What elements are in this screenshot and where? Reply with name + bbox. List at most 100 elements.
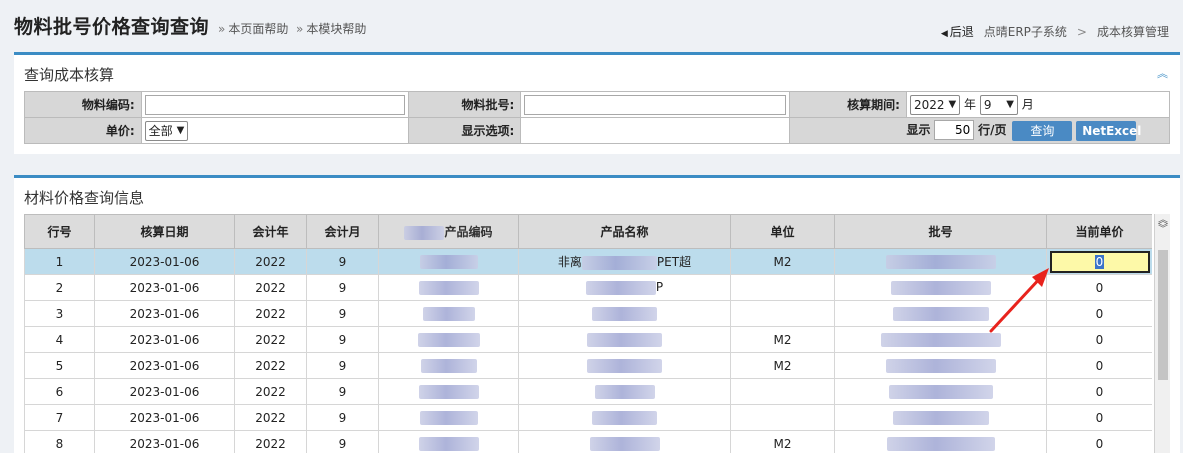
cell-batch-no <box>834 404 1047 431</box>
help-page-link[interactable]: » 本页面帮助 <box>218 20 288 37</box>
back-link[interactable]: ◀ 后退 <box>941 23 974 40</box>
table-row[interactable]: 1 2023-01-06 2022 9 非离 PET超 M2 0 <box>24 248 1152 275</box>
query-panel: 查询成本核算 ︽ 物料编码: 物料批号: 核算期间: 2022 ▼ 年 9 ▼ 月 … <box>14 52 1180 154</box>
col-header-year[interactable]: 会计年 <box>234 214 307 249</box>
cell-current-price[interactable]: 0 <box>1046 404 1152 431</box>
cell-unit: M2 <box>730 352 835 379</box>
cell-month: 9 <box>306 300 379 327</box>
redacted-block <box>417 332 480 347</box>
display-option-label: 显示选项: <box>407 117 522 144</box>
price-edit-value: 0 <box>1094 254 1105 269</box>
annotation-arrow-icon <box>989 268 1049 333</box>
table-row[interactable]: 8 2023-01-06 2022 9 M2 0 <box>24 430 1152 453</box>
redacted-block <box>880 332 1001 347</box>
cell-current-price[interactable]: 0 <box>1046 430 1152 453</box>
table-row[interactable]: 2 2023-01-06 2022 9 P 0 <box>24 274 1152 301</box>
col-header-product-code[interactable]: 产品编码 <box>378 214 519 249</box>
cell-row-no: 2 <box>24 274 95 301</box>
cell-unit <box>730 404 835 431</box>
price-select[interactable]: 全部 ▼ <box>144 120 189 141</box>
cell-year: 2022 <box>234 378 307 405</box>
year-select[interactable]: 2022 ▼ <box>909 94 961 115</box>
back-arrow-icon: ◀ <box>940 29 948 39</box>
redacted-block <box>419 254 478 269</box>
redacted-block <box>420 358 477 373</box>
help-module-link[interactable]: » 本模块帮助 <box>296 20 366 37</box>
query-panel-title: 查询成本核算 <box>24 66 115 84</box>
table-row[interactable]: 3 2023-01-06 2022 9 0 <box>24 300 1152 327</box>
display-option-cell <box>520 117 791 144</box>
month-select[interactable]: 9 ▼ <box>979 94 1018 115</box>
cell-year: 2022 <box>234 300 307 327</box>
rows-unit: 行/页 <box>978 123 1007 138</box>
col-header-row-no[interactable]: 行号 <box>24 214 95 249</box>
cell-current-price[interactable]: 0 <box>1046 274 1152 301</box>
material-code-label: 物料编码: <box>24 91 142 118</box>
cell-date: 2023-01-06 <box>94 300 235 327</box>
double-chevron-icon: » <box>218 22 226 36</box>
cell-row-no: 4 <box>24 326 95 353</box>
cell-current-price[interactable]: 0 <box>1046 378 1152 405</box>
redacted-block <box>592 306 657 321</box>
col-header-unit[interactable]: 单位 <box>730 214 835 249</box>
cell-unit: M2 <box>730 430 835 453</box>
cell-date: 2023-01-06 <box>94 274 235 301</box>
chevron-down-icon: ▼ <box>948 99 957 110</box>
cell-product-code <box>378 404 519 431</box>
cell-product-code <box>378 326 519 353</box>
cell-current-price[interactable]: 0 <box>1046 248 1152 275</box>
redacted-block <box>589 436 660 451</box>
cell-current-price[interactable]: 0 <box>1046 300 1152 327</box>
breadcrumb: ◀ 后退 点晴ERP子系统 > 成本核算管理 <box>941 23 1169 40</box>
cell-date: 2023-01-06 <box>94 378 235 405</box>
scroll-up-icon[interactable]: ︽ ︾ <box>1158 216 1168 235</box>
table-row[interactable]: 4 2023-01-06 2022 9 M2 0 <box>24 326 1152 353</box>
month-unit: 月 <box>1021 97 1034 111</box>
cell-row-no: 5 <box>24 352 95 379</box>
redacted-block <box>581 255 657 270</box>
table-row[interactable]: 5 2023-01-06 2022 9 M2 0 <box>24 352 1152 379</box>
breadcrumb-system[interactable]: 点晴ERP子系统 <box>984 23 1067 40</box>
cell-date: 2023-01-06 <box>94 352 235 379</box>
price-edit-field[interactable]: 0 <box>1049 250 1150 273</box>
batch-no-input[interactable] <box>524 94 787 115</box>
top-bar: 物料批号价格查询查询 » 本页面帮助 » 本模块帮助 ◀ 后退 点晴ERP子系统 > … <box>0 0 1183 50</box>
cell-current-price[interactable]: 0 <box>1046 352 1152 379</box>
cell-month: 9 <box>306 378 379 405</box>
col-header-batch-no[interactable]: 批号 <box>834 214 1047 249</box>
scrollbar-thumb[interactable] <box>1158 250 1168 380</box>
redacted-block <box>422 306 475 321</box>
cell-date: 2023-01-06 <box>94 248 235 275</box>
cell-row-no: 7 <box>24 404 95 431</box>
redacted-block <box>587 358 662 373</box>
price-label: 单价: <box>24 117 142 144</box>
cell-current-price[interactable]: 0 <box>1046 326 1152 353</box>
cell-month: 9 <box>306 404 379 431</box>
product-name-visible-fragment: P <box>655 280 664 295</box>
result-grid-wrapper: 行号 核算日期 会计年 会计月 产品编码 产品名称 单位 批号 当前单价 1 20… <box>24 214 1152 453</box>
query-button[interactable]: 查询 <box>1012 120 1073 141</box>
rows-per-page-input[interactable] <box>934 120 975 141</box>
cell-unit <box>730 274 835 301</box>
cell-product-code <box>378 352 519 379</box>
cell-batch-no <box>834 430 1047 453</box>
col-header-current-price[interactable]: 当前单价 <box>1046 214 1152 249</box>
table-row[interactable]: 6 2023-01-06 2022 9 0 <box>24 378 1152 405</box>
breadcrumb-module[interactable]: 成本核算管理 <box>1097 23 1169 40</box>
netexcel-button[interactable]: NetExcel <box>1076 120 1141 141</box>
cell-month: 9 <box>306 352 379 379</box>
result-panel-title: 材料价格查询信息 <box>24 189 145 207</box>
redacted-block <box>419 410 478 425</box>
page-title: 物料批号价格查询查询 <box>14 16 210 38</box>
material-code-input[interactable] <box>144 94 405 115</box>
period-label: 核算期间: <box>789 91 907 118</box>
col-header-product-name[interactable]: 产品名称 <box>518 214 731 249</box>
collapse-icon[interactable]: ︽ <box>1157 65 1168 81</box>
cell-unit: M2 <box>730 326 835 353</box>
vertical-scrollbar[interactable]: ︽ ︾ <box>1154 214 1170 453</box>
cell-product-name <box>518 430 731 453</box>
col-header-date[interactable]: 核算日期 <box>94 214 235 249</box>
col-header-month[interactable]: 会计月 <box>306 214 379 249</box>
year-unit: 年 <box>964 97 977 111</box>
table-row[interactable]: 7 2023-01-06 2022 9 0 <box>24 404 1152 431</box>
